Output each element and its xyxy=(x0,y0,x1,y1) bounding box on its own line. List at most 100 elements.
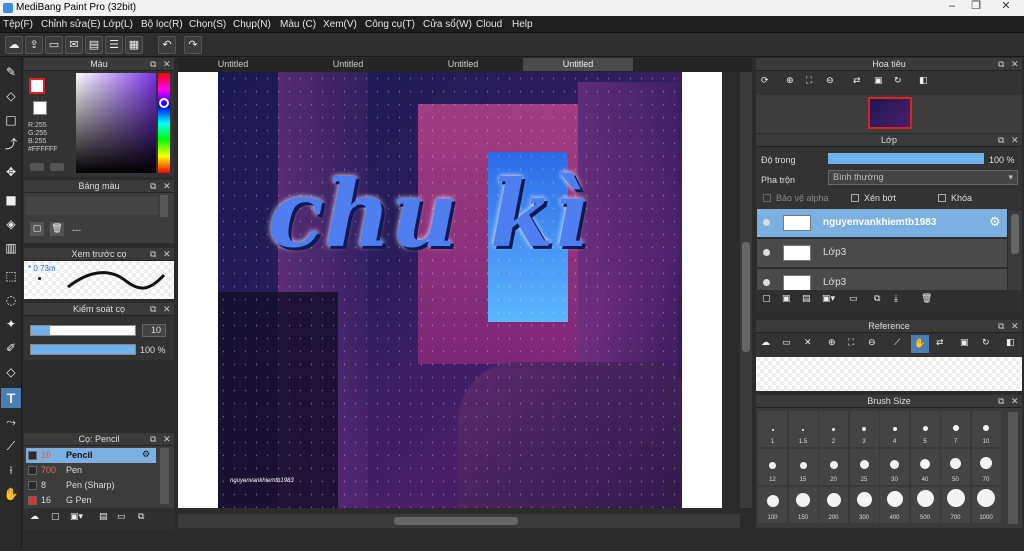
brush-list-item[interactable]: 700 Pen xyxy=(26,463,156,478)
close-icon[interactable]: ✕ xyxy=(163,58,171,70)
menu-tools[interactable]: Công cụ(T) xyxy=(365,19,415,30)
brush-size-option[interactable]: 2 xyxy=(819,411,848,447)
brush-size-option[interactable]: 100 xyxy=(758,487,787,523)
gradient-tool-icon[interactable]: ▥ xyxy=(1,238,21,258)
reference-flip-icon[interactable]: ⇄ xyxy=(936,338,944,348)
close-button[interactable]: ✕ xyxy=(994,0,1018,14)
text-tool-icon[interactable]: T xyxy=(1,388,21,408)
reference-eyedropper-icon[interactable]: ⟋ xyxy=(894,338,900,348)
canvas-area[interactable]: chu kì nguyenvankhiemtb1983 xyxy=(178,72,752,508)
tab-untitled-4[interactable]: Untitled xyxy=(523,58,633,71)
dropper-tool-icon[interactable]: ⟋ xyxy=(1,436,21,456)
float-icon[interactable]: ⧉ xyxy=(150,180,156,192)
magic-wand-icon[interactable]: ✦ xyxy=(1,314,21,334)
eye-icon[interactable] xyxy=(763,279,770,286)
reference-settings-icon[interactable]: ◧ xyxy=(1006,338,1015,348)
close-icon[interactable]: ✕ xyxy=(163,248,171,260)
brush-list-item[interactable]: 8 Pen (Sharp) xyxy=(26,478,156,493)
protect-alpha-checkbox[interactable] xyxy=(763,194,771,202)
brush-size-option[interactable]: 1000 xyxy=(971,487,1001,523)
brush-list-item[interactable]: 10 Pencil ⚙ xyxy=(26,448,156,463)
add-brush-icon[interactable]: ▣▾ xyxy=(70,512,83,522)
brush-size-option[interactable]: 400 xyxy=(880,487,909,523)
vector-tool-icon[interactable]: ⤴ xyxy=(1,134,21,154)
brush-list-scrollbar[interactable] xyxy=(160,448,169,504)
brush-folder-icon[interactable]: ▭ xyxy=(117,512,126,522)
brush-size-scrollbar[interactable] xyxy=(1008,412,1018,524)
select-pen-icon[interactable]: ✐ xyxy=(1,338,21,358)
lock-checkbox[interactable] xyxy=(938,194,946,202)
brush-size-value[interactable]: 10 xyxy=(142,324,166,337)
merge-layer-icon[interactable]: ⤓ xyxy=(894,294,898,304)
brush-size-option[interactable]: 5 xyxy=(910,411,940,447)
reference-zoom-in-icon[interactable]: ⊕ xyxy=(828,338,836,348)
flip-icon[interactable]: ⇄ xyxy=(853,76,861,86)
foreground-color-swatch[interactable] xyxy=(29,78,45,94)
redo-icon[interactable]: ↷ xyxy=(184,36,202,54)
float-icon[interactable]: ⧉ xyxy=(150,433,156,445)
brush-size-option[interactable]: 12 xyxy=(758,449,787,485)
background-color-swatch[interactable] xyxy=(33,101,47,115)
hand-tool-icon[interactable]: ✋ xyxy=(1,484,21,504)
delete-palette-icon[interactable]: 🗑 xyxy=(50,222,64,236)
reference-hand-icon[interactable]: ✋ xyxy=(911,335,929,353)
layer-opacity-slider[interactable] xyxy=(828,153,984,164)
brush-size-option[interactable]: 700 xyxy=(941,487,970,523)
eyedropper-icon[interactable]: ⟊ xyxy=(1,460,21,480)
brush-size-option[interactable]: 150 xyxy=(788,487,818,523)
menu-layer[interactable]: Lớp(L) xyxy=(103,19,133,30)
menu-help[interactable]: Help xyxy=(512,19,533,30)
new-layer-icon[interactable]: ▢ xyxy=(762,294,771,304)
reset-rotation-icon[interactable]: ↻ xyxy=(894,76,902,86)
zoom-out-icon[interactable]: ⊖ xyxy=(826,76,834,86)
share-icon[interactable]: ⇪ xyxy=(25,36,43,54)
brush-opacity-slider[interactable] xyxy=(30,344,136,355)
comment-icon[interactable]: ▭ xyxy=(45,36,63,54)
brush-size-option[interactable]: 300 xyxy=(849,487,879,523)
bucket-tool-icon[interactable]: ◈ xyxy=(1,214,21,234)
close-icon[interactable]: ✕ xyxy=(163,303,171,315)
hue-slider[interactable] xyxy=(158,73,170,173)
new-brush-icon[interactable]: ▢ xyxy=(51,512,60,522)
gear-icon[interactable]: ⚙ xyxy=(142,448,150,463)
new-layer-1bit-icon[interactable]: ▤ xyxy=(802,294,811,304)
layer-row[interactable]: nguyenvankhiemtb1983 ⚙ xyxy=(757,209,1007,238)
saturation-value-picker[interactable] xyxy=(76,73,156,173)
brush-size-option[interactable]: 25 xyxy=(849,449,879,485)
float-icon[interactable]: ⧉ xyxy=(150,248,156,260)
reference-canvas[interactable] xyxy=(756,357,1022,391)
lasso-tool-icon[interactable]: ◌ xyxy=(1,290,21,310)
document-icon[interactable]: ▤ xyxy=(85,36,103,54)
delete-layer-icon[interactable]: 🗑 xyxy=(921,294,932,304)
hue-handle[interactable] xyxy=(159,98,169,108)
navigator-thumbnail[interactable] xyxy=(868,97,912,129)
reference-reset-icon[interactable]: ↻ xyxy=(982,338,990,348)
blend-mode-select[interactable]: Bình thường ▾ xyxy=(828,170,1018,185)
new-layer-8bit-icon[interactable]: ▣ xyxy=(782,294,791,304)
menu-color[interactable]: Màu (C) xyxy=(280,19,316,30)
undo-icon[interactable]: ↶ xyxy=(158,36,176,54)
reference-close-icon[interactable]: ✕ xyxy=(804,338,812,348)
minimize-button[interactable]: – xyxy=(940,0,964,14)
gear-icon[interactable]: ⚙ xyxy=(989,215,1001,230)
brush-size-slider[interactable] xyxy=(30,325,136,336)
float-icon[interactable]: ⧉ xyxy=(150,303,156,315)
chat-icon[interactable]: ✉ xyxy=(65,36,83,54)
maximize-button[interactable]: ❐ xyxy=(964,0,988,14)
menu-window[interactable]: Cửa sổ(W) xyxy=(423,19,472,30)
cloud-icon[interactable]: ☁ xyxy=(5,36,23,54)
tab-untitled-2[interactable]: Untitled xyxy=(293,58,403,71)
move-tool-icon[interactable]: ✥ xyxy=(1,162,21,182)
clip-checkbox[interactable] xyxy=(851,194,859,202)
brush-size-option[interactable]: 1.5 xyxy=(788,411,818,447)
duplicate-brush-icon[interactable]: ⧉ xyxy=(138,512,144,522)
float-icon[interactable]: ⧉ xyxy=(998,395,1004,407)
navigator-rotate-icon[interactable]: ⟳ xyxy=(761,76,769,86)
close-icon[interactable]: ✕ xyxy=(1011,395,1019,407)
brush-size-option[interactable]: 3 xyxy=(849,411,879,447)
close-icon[interactable]: ✕ xyxy=(1011,58,1019,70)
brush-list-item[interactable]: 16 G Pen xyxy=(26,493,156,508)
brush-size-option[interactable]: 4 xyxy=(880,411,909,447)
brush-size-option[interactable]: 40 xyxy=(910,449,940,485)
close-icon[interactable]: ✕ xyxy=(1011,134,1019,146)
